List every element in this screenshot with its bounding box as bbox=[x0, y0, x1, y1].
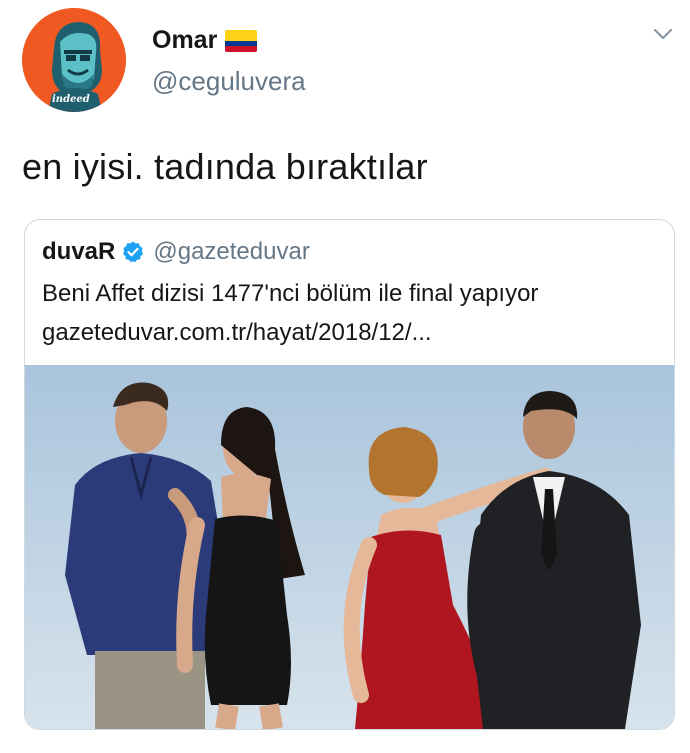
avatar[interactable]: indeed bbox=[22, 8, 126, 112]
chevron-down-icon[interactable] bbox=[650, 24, 676, 44]
quoted-tweet-link[interactable]: gazeteduvar.com.tr/hayat/2018/12/... bbox=[42, 319, 432, 347]
author-name-row[interactable]: Omar bbox=[152, 26, 258, 55]
quoted-author-handle: @gazeteduvar bbox=[153, 238, 310, 265]
tweet-text: en iyisi. tadında bıraktılar bbox=[22, 146, 428, 187]
quoted-author-name: duvaR bbox=[42, 238, 116, 265]
colombia-flag-icon bbox=[225, 29, 258, 52]
verified-badge-icon bbox=[123, 241, 144, 263]
avatar-caption: indeed bbox=[52, 94, 90, 105]
quoted-tweet-header: duvaR @gazeteduvar bbox=[42, 238, 310, 266]
author-handle[interactable]: @ceguluvera bbox=[152, 66, 306, 97]
quoted-tweet-text: Beni Affet dizisi 1477'nci bölüm ile fin… bbox=[42, 280, 539, 307]
author-name[interactable]: Omar bbox=[152, 26, 217, 55]
quoted-tweet-card[interactable]: duvaR @gazeteduvar Beni Affet dizisi 147… bbox=[24, 219, 675, 730]
cast-photo-icon[interactable] bbox=[25, 365, 674, 729]
